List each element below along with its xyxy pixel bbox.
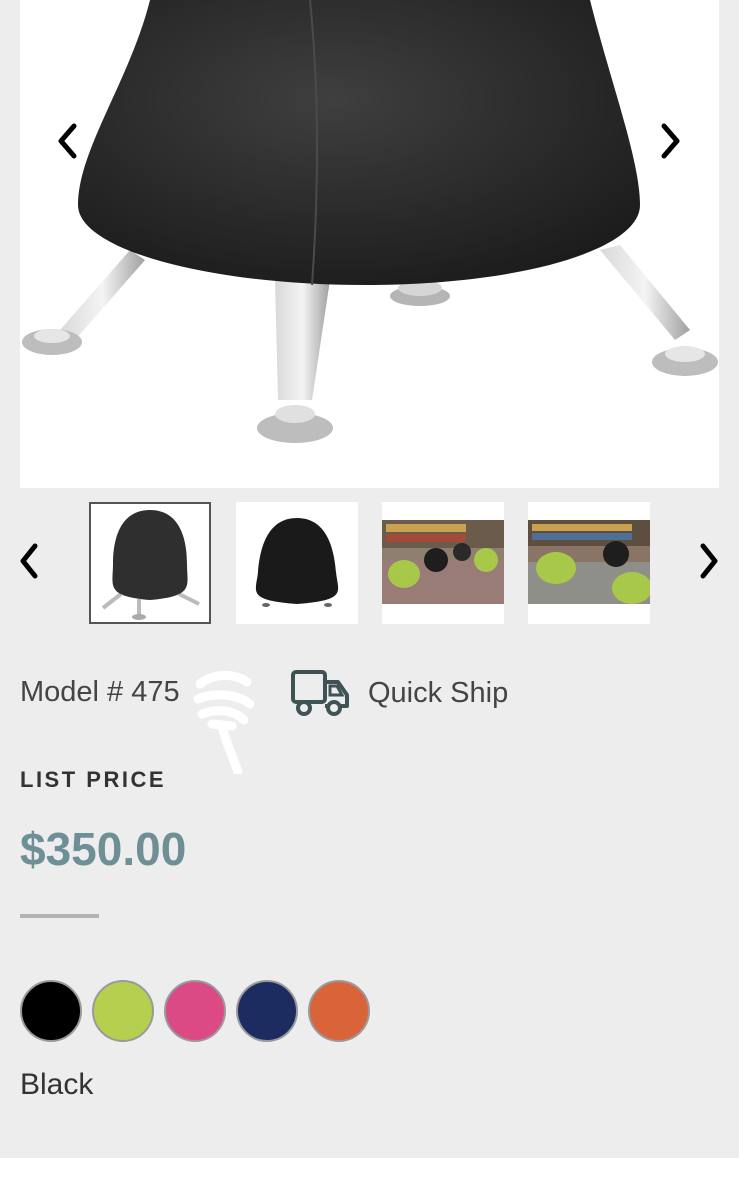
thumbs-prev-button[interactable] — [9, 536, 49, 586]
chevron-left-icon — [20, 543, 38, 579]
chevron-left-icon — [58, 123, 77, 159]
hero-prev-button[interactable] — [47, 116, 87, 166]
swatch-lime[interactable] — [92, 980, 154, 1042]
product-panel: Model # 475 Quick Ship LIST PRICE $350.0… — [0, 0, 739, 1158]
redaction-scribble — [193, 671, 255, 774]
swatch-black[interactable] — [20, 980, 82, 1042]
swatch-orange[interactable] — [308, 980, 370, 1042]
chevron-right-icon — [700, 543, 718, 579]
thumbnail-4[interactable] — [528, 502, 650, 624]
swatch-pink[interactable] — [164, 980, 226, 1042]
swatch-navy[interactable] — [236, 980, 298, 1042]
price: $350.00 — [20, 823, 187, 875]
delivery-truck-icon — [291, 670, 349, 716]
divider — [20, 914, 99, 918]
thumbnail-3[interactable] — [382, 502, 504, 624]
model-number: Model # 475 — [20, 676, 180, 708]
thumbnail-2[interactable] — [236, 502, 358, 624]
main-product-image[interactable] — [20, 0, 719, 488]
hero-next-button[interactable] — [651, 116, 691, 166]
chevron-right-icon — [661, 123, 680, 159]
selected-color-name: Black — [20, 1068, 94, 1101]
quick-ship-indicator: Quick Ship — [290, 668, 508, 718]
quick-ship-label: Quick Ship — [368, 676, 509, 709]
thumbs-next-button[interactable] — [689, 536, 729, 586]
thumbnail-1[interactable] — [89, 502, 211, 624]
list-price-label: LIST PRICE — [20, 767, 167, 792]
